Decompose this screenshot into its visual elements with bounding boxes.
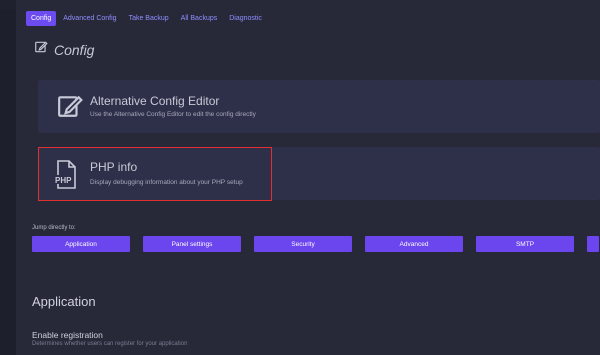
php-info-card[interactable]: PHP PHP info Display debugging informati… [38,147,600,200]
config-editor-card[interactable]: Alternative Config Editor Use the Altern… [38,80,600,133]
tab-diagnostic[interactable]: Diagnostic [224,11,267,26]
php-info-description: Display debugging information about your… [90,179,243,186]
php-file-icon: PHP [53,160,79,195]
enable-registration-description: Determines whether users can register fo… [32,341,188,347]
tab-bar: Config Advanced Config Take Backup All B… [26,11,267,26]
jump-buttons: Application Panel settings Security Adva… [32,236,599,252]
jump-smtp-button[interactable]: SMTP [476,236,574,252]
enable-registration-label: Enable registration [32,330,103,340]
page-title: Config [34,40,94,59]
tab-take-backup[interactable]: Take Backup [124,11,174,26]
jump-panel-settings-button[interactable]: Panel settings [143,236,241,252]
tab-all-backups[interactable]: All Backups [176,11,223,26]
section-title: Application [32,294,96,309]
config-editor-description: Use the Alternative Config Editor to edi… [90,111,256,118]
tab-config[interactable]: Config [26,11,57,26]
edit-icon [57,93,83,124]
jump-advanced-button[interactable]: Advanced [365,236,463,252]
jump-more-button[interactable] [587,236,599,252]
jump-label: Jump directly to: [32,225,76,231]
svg-text:PHP: PHP [55,176,72,185]
config-editor-title: Alternative Config Editor [90,94,220,108]
page-title-text: Config [54,41,95,58]
jump-application-button[interactable]: Application [32,236,130,252]
edit-icon [34,40,48,59]
php-info-title: PHP info [90,160,138,174]
jump-security-button[interactable]: Security [254,236,352,252]
tab-advanced-config[interactable]: Advanced Config [58,11,121,26]
